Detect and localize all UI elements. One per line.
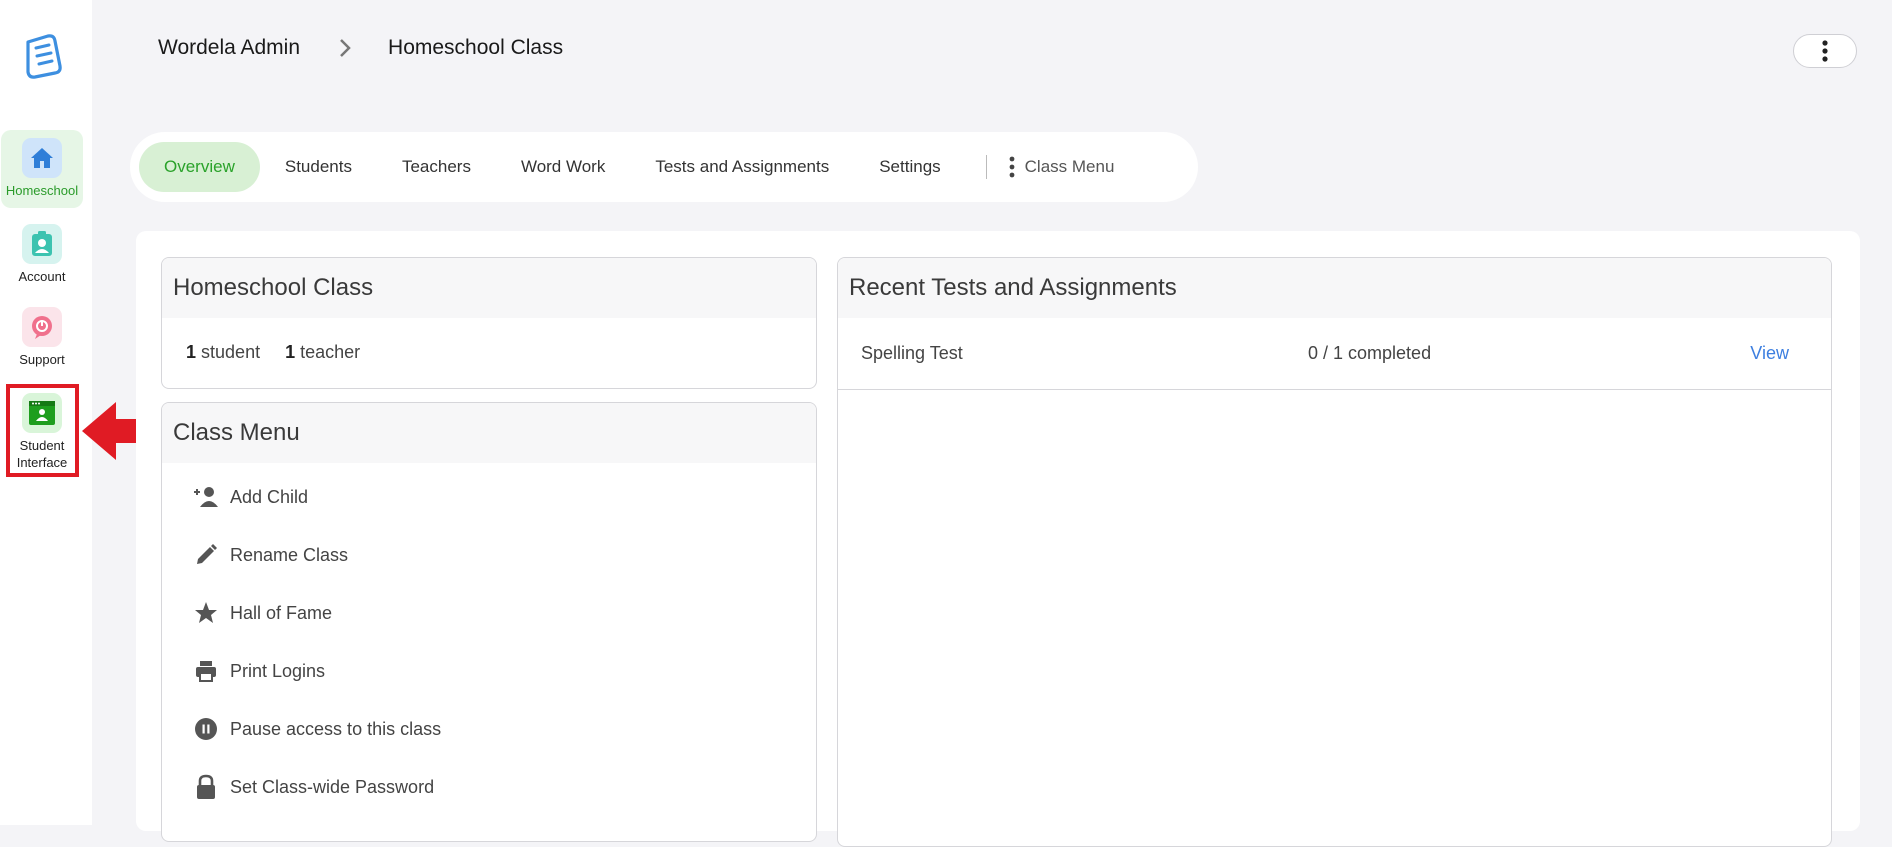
tab-overview[interactable]: Overview — [139, 142, 260, 192]
breadcrumb-current: Homeschool Class — [388, 36, 564, 59]
menu-item-label: Set Class-wide Password — [230, 776, 435, 797]
home-icon — [22, 138, 62, 178]
pause-icon — [192, 715, 220, 743]
add-person-icon — [192, 483, 220, 511]
tab-settings[interactable]: Settings — [854, 142, 965, 192]
wordela-logo-icon[interactable] — [18, 30, 66, 80]
tab-class-menu-label: Class Menu — [1024, 157, 1115, 176]
chevron-right-icon — [340, 39, 351, 57]
recent-tests-title: Recent Tests and Assignments — [838, 258, 1831, 318]
rename-class-button[interactable]: Rename Class — [162, 526, 816, 584]
tab-students[interactable]: Students — [260, 142, 377, 192]
recent-tests-card: Recent Tests and Assignments Spelling Te… — [837, 257, 1832, 847]
tab-tests-and-assignments[interactable]: Tests and Assignments — [630, 142, 854, 192]
class-menu-title: Class Menu — [162, 403, 816, 463]
teacher-label: teacher — [300, 342, 361, 362]
teacher-count: 1 — [285, 342, 296, 362]
lock-icon — [192, 773, 220, 801]
sidebar-item-homeschool[interactable]: Homeschool — [1, 130, 83, 208]
class-summary-card: Homeschool Class 1 student 1 teacher — [161, 257, 817, 389]
pause-access-button[interactable]: Pause access to this class — [162, 700, 816, 758]
tab-class-menu[interactable]: Class Menu — [997, 142, 1127, 192]
tab-teachers[interactable]: Teachers — [377, 142, 496, 192]
class-menu-card: Class Menu Add Child Rename Class Hall o… — [161, 402, 817, 842]
sidebar-item-support[interactable]: Support — [1, 305, 83, 375]
support-chat-icon — [22, 307, 62, 347]
sidebar-item-label: Homeschool — [5, 183, 79, 198]
set-class-password-button[interactable]: Set Class-wide Password — [162, 758, 816, 816]
menu-item-label: Pause access to this class — [230, 718, 442, 739]
sidebar: Homeschool Account Support Student Inter… — [0, 0, 92, 825]
hall-of-fame-button[interactable]: Hall of Fame — [162, 584, 816, 642]
menu-item-label: Rename Class — [230, 544, 349, 565]
student-label: student — [201, 342, 261, 362]
tab-divider — [985, 155, 987, 179]
breadcrumb: Wordela Admin Homeschool Class — [158, 36, 563, 60]
menu-item-label: Add Child — [230, 486, 309, 507]
tab-bar: Overview Students Teachers Word Work Tes… — [130, 132, 1198, 202]
breadcrumb-root[interactable]: Wordela Admin — [158, 36, 300, 60]
kebab-menu-icon — [1822, 40, 1828, 62]
account-badge-icon — [22, 224, 62, 264]
highlight-annotation-box — [6, 384, 79, 477]
add-child-button[interactable]: Add Child — [162, 468, 816, 526]
student-count: 1 — [186, 342, 197, 362]
class-stats: 1 student 1 teacher — [162, 318, 816, 363]
menu-item-label: Print Logins — [230, 660, 326, 681]
menu-item-label: Hall of Fame — [230, 602, 333, 623]
pencil-icon — [192, 541, 220, 569]
table-row: Spelling Test 0 / 1 completed View — [838, 318, 1831, 390]
sidebar-item-label: Support — [19, 352, 65, 367]
printer-icon — [192, 657, 220, 685]
more-options-button[interactable] — [1793, 34, 1857, 68]
sidebar-item-label: Account — [18, 269, 66, 284]
view-test-link[interactable]: View — [1750, 343, 1789, 364]
star-icon — [192, 599, 220, 627]
sidebar-item-account[interactable]: Account — [1, 222, 83, 292]
kebab-menu-icon — [1009, 156, 1015, 178]
class-summary-title: Homeschool Class — [162, 258, 816, 318]
test-completion-status: 0 / 1 completed — [1308, 343, 1432, 363]
tab-word-work[interactable]: Word Work — [496, 142, 630, 192]
print-logins-button[interactable]: Print Logins — [162, 642, 816, 700]
test-name: Spelling Test — [861, 343, 963, 363]
